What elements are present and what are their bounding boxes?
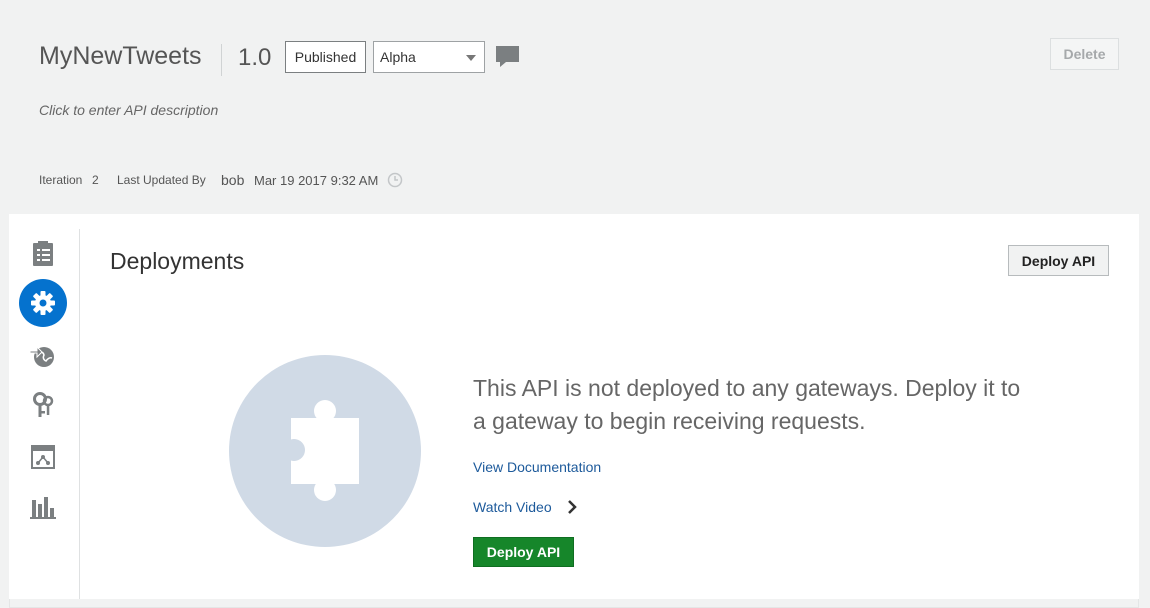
- updated-at: Mar 19 2017 9:32 AM: [254, 173, 379, 188]
- api-header: MyNewTweets 1.0 Published Alpha Delete C…: [9, 8, 1139, 214]
- sidebar-item-publish[interactable]: [30, 343, 56, 369]
- sidebar-item-implementation[interactable]: [30, 444, 56, 470]
- chevron-down-icon: [466, 55, 476, 61]
- section-title: Deployments: [110, 248, 245, 274]
- sidebar-item-analytics[interactable]: [30, 495, 56, 521]
- empty-state-illustration: [229, 355, 421, 547]
- keys-icon: [33, 392, 54, 417]
- empty-state-message: This API is not deployed to any gateways…: [473, 375, 1021, 434]
- sidebar-item-grants[interactable]: [30, 392, 56, 418]
- globe-arrow-icon: [30, 345, 54, 367]
- sidebar-divider: [79, 229, 80, 599]
- sidebar-item-deployments[interactable]: [19, 279, 67, 327]
- updated-by-value: bob: [221, 172, 245, 188]
- state-button[interactable]: Published: [285, 41, 366, 73]
- updated-by-label: Last Updated By: [117, 173, 206, 187]
- gear-icon: [31, 291, 55, 315]
- release-select[interactable]: Alpha: [373, 41, 485, 73]
- iteration-value: 2: [92, 173, 99, 187]
- api-description[interactable]: Click to enter API description: [39, 102, 218, 118]
- sidebar-item-overview[interactable]: [30, 241, 56, 267]
- release-select-value: Alpha: [380, 49, 416, 65]
- iteration-label: Iteration: [39, 173, 83, 187]
- comment-icon[interactable]: [495, 45, 520, 74]
- chevron-right-icon[interactable]: [566, 499, 578, 520]
- api-title[interactable]: MyNewTweets: [39, 42, 202, 71]
- api-version: 1.0: [238, 44, 272, 71]
- primary-deploy-api-button[interactable]: Deploy API: [473, 537, 574, 567]
- checklist-icon: [33, 241, 53, 266]
- view-documentation-link[interactable]: View Documentation: [473, 459, 601, 475]
- analytics-bars-icon: [30, 497, 56, 519]
- deployment-window-icon: [31, 445, 55, 469]
- delete-button[interactable]: Delete: [1050, 38, 1119, 70]
- deploy-api-button[interactable]: Deploy API: [1008, 245, 1109, 276]
- puzzle-piece-icon: [283, 400, 359, 501]
- title-divider: [221, 44, 222, 76]
- watch-video-link[interactable]: Watch Video: [473, 499, 552, 515]
- clock-icon: [387, 172, 403, 193]
